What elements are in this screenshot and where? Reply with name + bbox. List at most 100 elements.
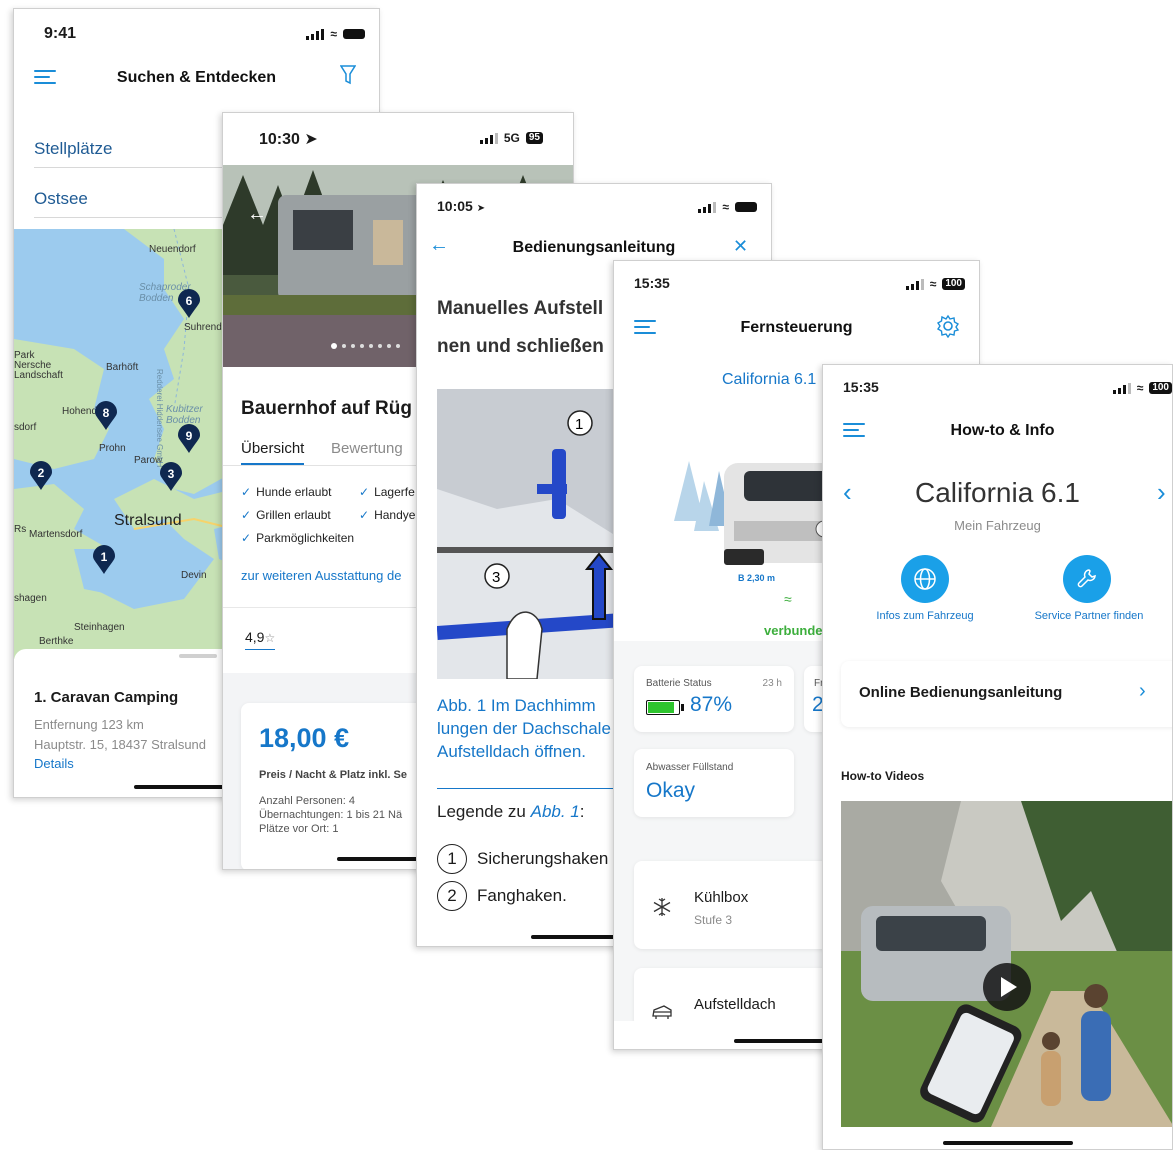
manual-heading: Manuelles Aufstell nen und schließen [437,298,604,357]
manual-illustration-image: 1 3 [437,389,637,679]
signal-icon [479,132,498,144]
fridge-card[interactable]: Kühlbox Stufe 3 [634,861,844,949]
signal-icon [1112,382,1131,394]
map-pin[interactable]: 9 [177,424,201,454]
result-distance: Entfernung 123 km [34,717,144,732]
vehicle-info-button[interactable] [901,555,949,603]
waste-card-label: Abwasser Füllstand [646,762,734,773]
close-icon[interactable]: ✕ [733,236,748,257]
waste-water-card[interactable]: Abwasser Füllstand Okay [634,749,794,817]
map-label: Redderei Hiddensee GmbH [155,369,164,468]
wifi-icon: ≈ [722,200,729,214]
globe-icon [914,568,936,590]
play-icon [1001,977,1017,997]
figure-caption: Abb. 1 Im Dachhimm lungen der Dachschale… [437,696,611,761]
map-label: Prohn [99,443,126,454]
status-icons: ≈ 100 [905,277,965,291]
map-label: Barhöft [106,362,139,373]
home-indicator [943,1141,1073,1145]
legend-figure-link[interactable]: Abb. 1 [531,802,580,821]
service-partner-label[interactable]: Service Partner finden [1019,610,1159,622]
map-label: Martensdorf [29,529,83,540]
manual-illustration[interactable]: 1 3 [437,389,637,679]
rating[interactable]: 4,9☆ [245,629,276,650]
back-arrow-icon[interactable]: ← [247,203,267,226]
details-link[interactable]: Details [34,756,74,771]
map-pin[interactable]: 3 [159,462,183,492]
tab-overview[interactable]: Übersicht [241,440,305,465]
check-icon: ✓ [241,485,252,499]
battery-icon: 100 [1149,382,1172,394]
online-manual-row[interactable]: Online Bedienungsanleitung › [841,661,1172,727]
pop-top-roof-card[interactable]: Aufstelldach [634,968,844,1028]
vehicle-name: California 6.1 [915,477,1080,508]
legend-item: 2 Fanghaken. [437,881,567,911]
detail-persons: Anzahl Personen: 4 [259,795,356,807]
status-time: 10:05 ➤ [437,198,486,214]
wrench-icon [1077,569,1096,588]
result-address: Hauptstr. 15, 18437 Stralsund [34,737,207,752]
map-pin[interactable]: 1 [92,545,116,575]
height-label: B 2,30 m [738,573,776,583]
filter-icon[interactable] [340,65,356,85]
sheet-handle[interactable] [179,654,217,658]
map-label: Steinhagen [74,622,125,633]
battery-level-icon [646,700,680,715]
check-icon: ✓ [359,485,370,499]
price-label: Preis / Nacht & Platz inkl. Se [259,769,407,781]
battery-level-nub [681,704,684,711]
amenity-item: ✓ Handye [359,508,416,522]
more-amenities-link[interactable]: zur weiteren Ausstattung de [241,568,401,583]
status-icons: 5G 95 [479,131,543,145]
campsite-title: Bauernhof auf Rüg [241,398,412,419]
vehicle-subtitle: Mein Fahrzeug [954,518,1041,533]
amenity-item: ✓ Hunde erlaubt [241,485,332,499]
location-arrow-icon: ➤ [304,131,318,148]
fridge-sub: Stufe 3 [694,913,733,927]
tab-reviews[interactable]: Bewertung [331,440,403,457]
howto-video[interactable] [841,801,1172,1127]
page-title: How-to & Info [950,422,1055,439]
battery-icon: 100 [942,278,965,290]
status-time: 15:35 [634,275,670,291]
signal-icon [306,28,325,40]
next-vehicle-icon[interactable]: › [1157,477,1166,508]
amenity-item: ✓ Lagerfe [359,485,415,499]
wifi-icon: ≈ [1136,381,1144,395]
map-label: Neuendorf [149,244,196,255]
legend-heading: Legende zu Abb. 1: [437,802,585,821]
fridge-label: Kühlbox [694,889,749,906]
map-label: Berthke [39,636,74,647]
battery-card[interactable]: Batterie Status 23 h 87% [634,666,794,732]
carousel-dots[interactable] [331,343,400,349]
detail-nights: Übernachtungen: 1 bis 21 Nä [259,809,403,821]
wifi-icon: ≈ [330,27,337,41]
signal-icon [905,278,924,290]
legend-number: 2 [437,881,467,911]
battery-card-time: 23 h [762,678,782,689]
service-partner-button[interactable] [1063,555,1111,603]
battery-icon: 95 [525,132,543,144]
online-manual-label: Online Bedienungsanleitung [859,684,1063,701]
map-pin[interactable]: 8 [94,401,118,431]
status-bar: 10:05 ➤ ≈ [417,184,771,224]
check-icon: ✓ [241,508,252,522]
map-pin[interactable]: 6 [177,289,201,319]
status-icons: ≈ 100 [1112,381,1172,395]
roof-label: Aufstelldach [694,996,776,1013]
legend-item: 1 Sicherungshaken [437,844,608,874]
vehicle-info-label[interactable]: Infos zum Fahrzeug [855,610,995,622]
connection-status: verbunde [764,623,823,638]
map-pin[interactable]: 2 [29,461,53,491]
location-arrow-icon: ➤ [476,203,486,214]
map-label: Rs [14,524,27,535]
detail-places: Plätze vor Ort: 1 [259,823,339,835]
legend-number: 1 [437,844,467,874]
wifi-icon: ≈ [929,277,937,291]
snowflake-icon [653,898,671,916]
play-button[interactable] [983,963,1031,1011]
settings-gear-icon[interactable] [936,314,960,338]
screen-howto-info: 15:35 ≈ 100 How-to & Info ‹ California 6… [822,364,1173,1150]
status-bar: 10:30 ➤ 5G 95 [223,113,573,153]
amenity-item: ✓ Parkmöglichkeiten [241,531,355,545]
